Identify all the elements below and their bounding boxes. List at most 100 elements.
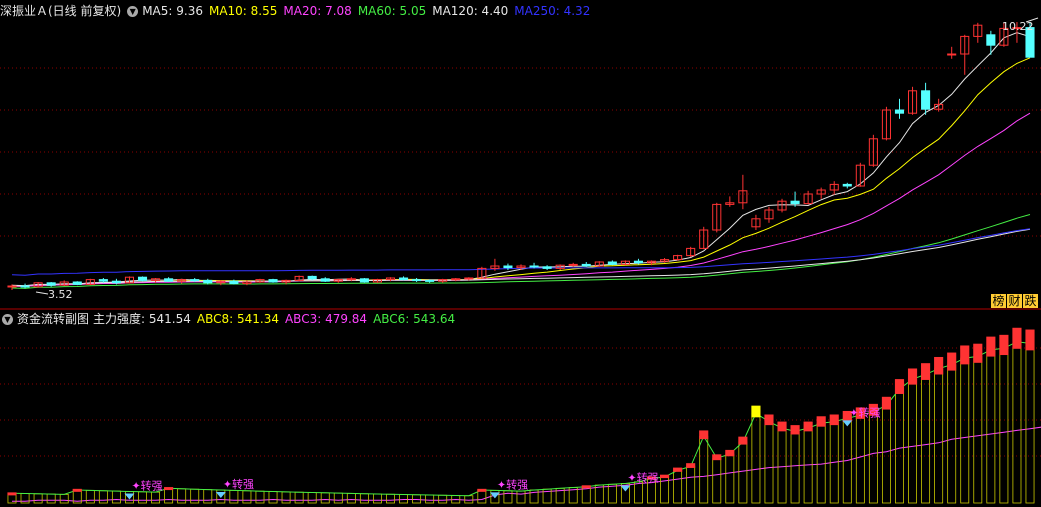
candle-body[interactable] (111, 280, 121, 284)
strength-block (751, 405, 761, 418)
kline-chart-area[interactable]: 10.22 3.52 ✦转强 ✦转强 ✦转强 ✦转强 ✦转强 (0, 0, 1041, 507)
finance-button-0[interactable]: 榜 (991, 294, 1006, 308)
strength-block (894, 379, 905, 394)
fund-column (438, 494, 448, 504)
candle-body[interactable] (72, 281, 82, 285)
sub-indicator-legend: 主力强度: 541.54 ABC8: 541.34 ABC3: 479.84 ABC6… (93, 312, 461, 326)
ma-label-4: MA120: 4.40 (432, 4, 509, 18)
candle-body[interactable] (137, 276, 148, 281)
candle-body[interactable] (46, 282, 56, 286)
sub-chart-header: ▼ 资金流转副图 主力强度: 541.54 ABC8: 541.34 ABC3: 479… (0, 310, 465, 328)
fund-column (686, 465, 696, 504)
candle-body[interactable] (190, 279, 200, 282)
fund-column (138, 491, 147, 504)
candle-body[interactable] (921, 90, 931, 110)
fund-column (908, 378, 917, 504)
candle-body[interactable] (568, 263, 578, 266)
fund-column (790, 430, 800, 504)
fund-column (673, 470, 683, 504)
chevron-down-icon[interactable]: ▼ (127, 6, 139, 17)
candle-body[interactable] (398, 277, 409, 281)
signal-label: ✦转强 (131, 478, 162, 492)
candle-body[interactable] (503, 265, 513, 269)
candle-body[interactable] (451, 278, 461, 281)
candle-body[interactable] (542, 266, 552, 269)
candle-body[interactable] (98, 279, 108, 282)
fund-column (777, 427, 787, 504)
strength-block (1025, 329, 1035, 351)
candle-body[interactable] (7, 285, 17, 288)
candle-body[interactable] (346, 278, 356, 281)
candle-body[interactable] (203, 279, 213, 284)
strength-block (999, 334, 1009, 356)
strength-block (738, 436, 748, 445)
fund-column (151, 491, 161, 504)
candle-body[interactable] (894, 109, 905, 114)
high-price-label: 10.22 (1002, 20, 1034, 33)
candle-body[interactable] (268, 279, 278, 283)
fund-column (333, 492, 343, 504)
candle-body[interactable] (633, 260, 644, 264)
strength-block (921, 363, 931, 380)
fund-column (973, 356, 983, 504)
candle-body[interactable] (412, 279, 422, 282)
candle-body[interactable] (164, 278, 174, 282)
fund-column (1025, 343, 1035, 504)
fund-column (85, 489, 95, 504)
candle-body[interactable] (842, 183, 852, 187)
candle-body[interactable] (20, 285, 30, 288)
sub-chart-title: 资金流转副图 (17, 312, 90, 326)
signal-label: ✦转强 (223, 477, 254, 491)
ma-label-5: MA250: 4.32 (514, 4, 591, 18)
candle-body[interactable] (464, 277, 474, 280)
candle-body[interactable] (359, 278, 369, 283)
sub-indicator-label-0: 主力强度: 541.54 (93, 312, 191, 326)
fund-column (229, 490, 239, 504)
candle-body[interactable] (425, 279, 435, 282)
candle-body[interactable] (229, 280, 239, 285)
finance-button-2[interactable]: 跌 (1023, 294, 1038, 308)
finance-button-1[interactable]: 财 (1007, 294, 1022, 308)
fund-column (895, 388, 904, 504)
strength-block (764, 414, 774, 426)
diamond-icon (842, 420, 853, 427)
fund-column (934, 368, 944, 504)
candle-body[interactable] (790, 200, 800, 205)
fund-column (177, 488, 187, 504)
fund-column (346, 493, 356, 504)
fund-column (359, 493, 369, 504)
strength-block (686, 463, 696, 468)
fund-column (320, 492, 330, 504)
strength-block (947, 352, 957, 371)
candle-body[interactable] (947, 53, 957, 56)
fund-column (399, 494, 408, 504)
candle-body[interactable] (529, 265, 539, 268)
candle-body[interactable] (581, 263, 591, 267)
fund-column (816, 422, 826, 504)
fund-column (412, 494, 422, 504)
fund-column (725, 453, 735, 504)
fund-column (999, 347, 1009, 504)
diamond-icon (620, 485, 631, 492)
strength-block (725, 449, 735, 457)
candle-body[interactable] (607, 261, 617, 265)
strength-block (1012, 327, 1022, 349)
fund-column (294, 491, 304, 504)
candle-body[interactable] (320, 278, 330, 282)
ma-legend: MA5: 9.36 MA10: 8.55 MA20: 7.08 MA60: 5.05 M… (142, 4, 596, 18)
fund-column (960, 357, 970, 504)
candle-body[interactable] (986, 34, 996, 46)
strength-block (803, 421, 813, 432)
fund-column (712, 457, 722, 504)
chevron-down-icon[interactable]: ▼ (2, 314, 13, 325)
fund-column (46, 493, 56, 504)
signal-label: ✦转强 (497, 477, 528, 491)
strength-block (934, 356, 944, 375)
fund-column (425, 494, 435, 504)
sub-indicator-label-3: ABC6: 543.64 (373, 312, 456, 326)
signal-label: ✦转强 (849, 405, 880, 419)
candle-body[interactable] (307, 275, 317, 280)
strength-block (712, 454, 722, 461)
fund-column (164, 487, 174, 504)
fund-column (203, 489, 213, 504)
